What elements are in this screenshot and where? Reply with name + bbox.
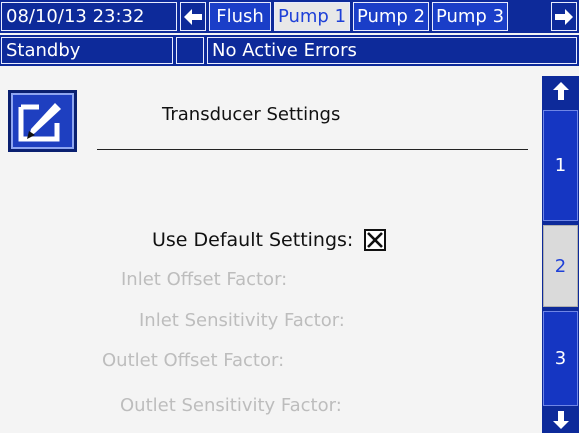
datetime-display: 08/10/13 23:32 bbox=[1, 2, 177, 31]
use-default-settings-checkbox[interactable] bbox=[364, 229, 386, 251]
arrow-down-icon bbox=[552, 411, 569, 429]
status-indicator bbox=[176, 37, 204, 64]
arrow-right-icon bbox=[555, 8, 573, 25]
page-up-button[interactable] bbox=[542, 78, 579, 104]
tab-pump-3[interactable]: Pump 3 bbox=[432, 2, 508, 31]
edit-settings-button[interactable] bbox=[8, 90, 77, 152]
arrow-up-icon bbox=[552, 82, 569, 100]
status-bar: Standby No Active Errors bbox=[0, 35, 579, 66]
page-button-1[interactable]: 1 bbox=[543, 110, 578, 221]
system-status: Standby bbox=[1, 37, 173, 64]
tab-pump-2[interactable]: Pump 2 bbox=[353, 2, 429, 31]
tab-scroll-right-button[interactable] bbox=[551, 2, 577, 31]
screen-title: Transducer Settings bbox=[162, 104, 341, 125]
inlet-offset-factor-label: Inlet Offset Factor: bbox=[121, 269, 288, 290]
page-navigation: 1 2 3 bbox=[542, 76, 579, 433]
page-button-2[interactable]: 2 bbox=[543, 225, 578, 307]
inlet-sensitivity-factor-label: Inlet Sensitivity Factor: bbox=[139, 310, 345, 331]
outlet-sensitivity-factor-label: Outlet Sensitivity Factor: bbox=[120, 395, 342, 416]
arrow-left-icon bbox=[184, 8, 202, 25]
outlet-offset-factor-label: Outlet Offset Factor: bbox=[102, 350, 285, 371]
title-divider bbox=[97, 149, 528, 150]
checkbox-x-icon bbox=[367, 232, 383, 248]
page-button-3[interactable]: 3 bbox=[543, 311, 578, 406]
tab-pump-1[interactable]: Pump 1 bbox=[274, 2, 350, 31]
tab-flush[interactable]: Flush bbox=[209, 2, 271, 31]
top-bar: 08/10/13 23:32 Flush Pump 1 Pump 2 Pump … bbox=[0, 0, 579, 33]
edit-pencil-icon bbox=[18, 103, 61, 142]
page-down-button[interactable] bbox=[542, 407, 579, 433]
use-default-settings-label: Use Default Settings: bbox=[152, 229, 354, 251]
tab-scroll-left-button[interactable] bbox=[180, 2, 206, 31]
error-status: No Active Errors bbox=[207, 37, 577, 64]
